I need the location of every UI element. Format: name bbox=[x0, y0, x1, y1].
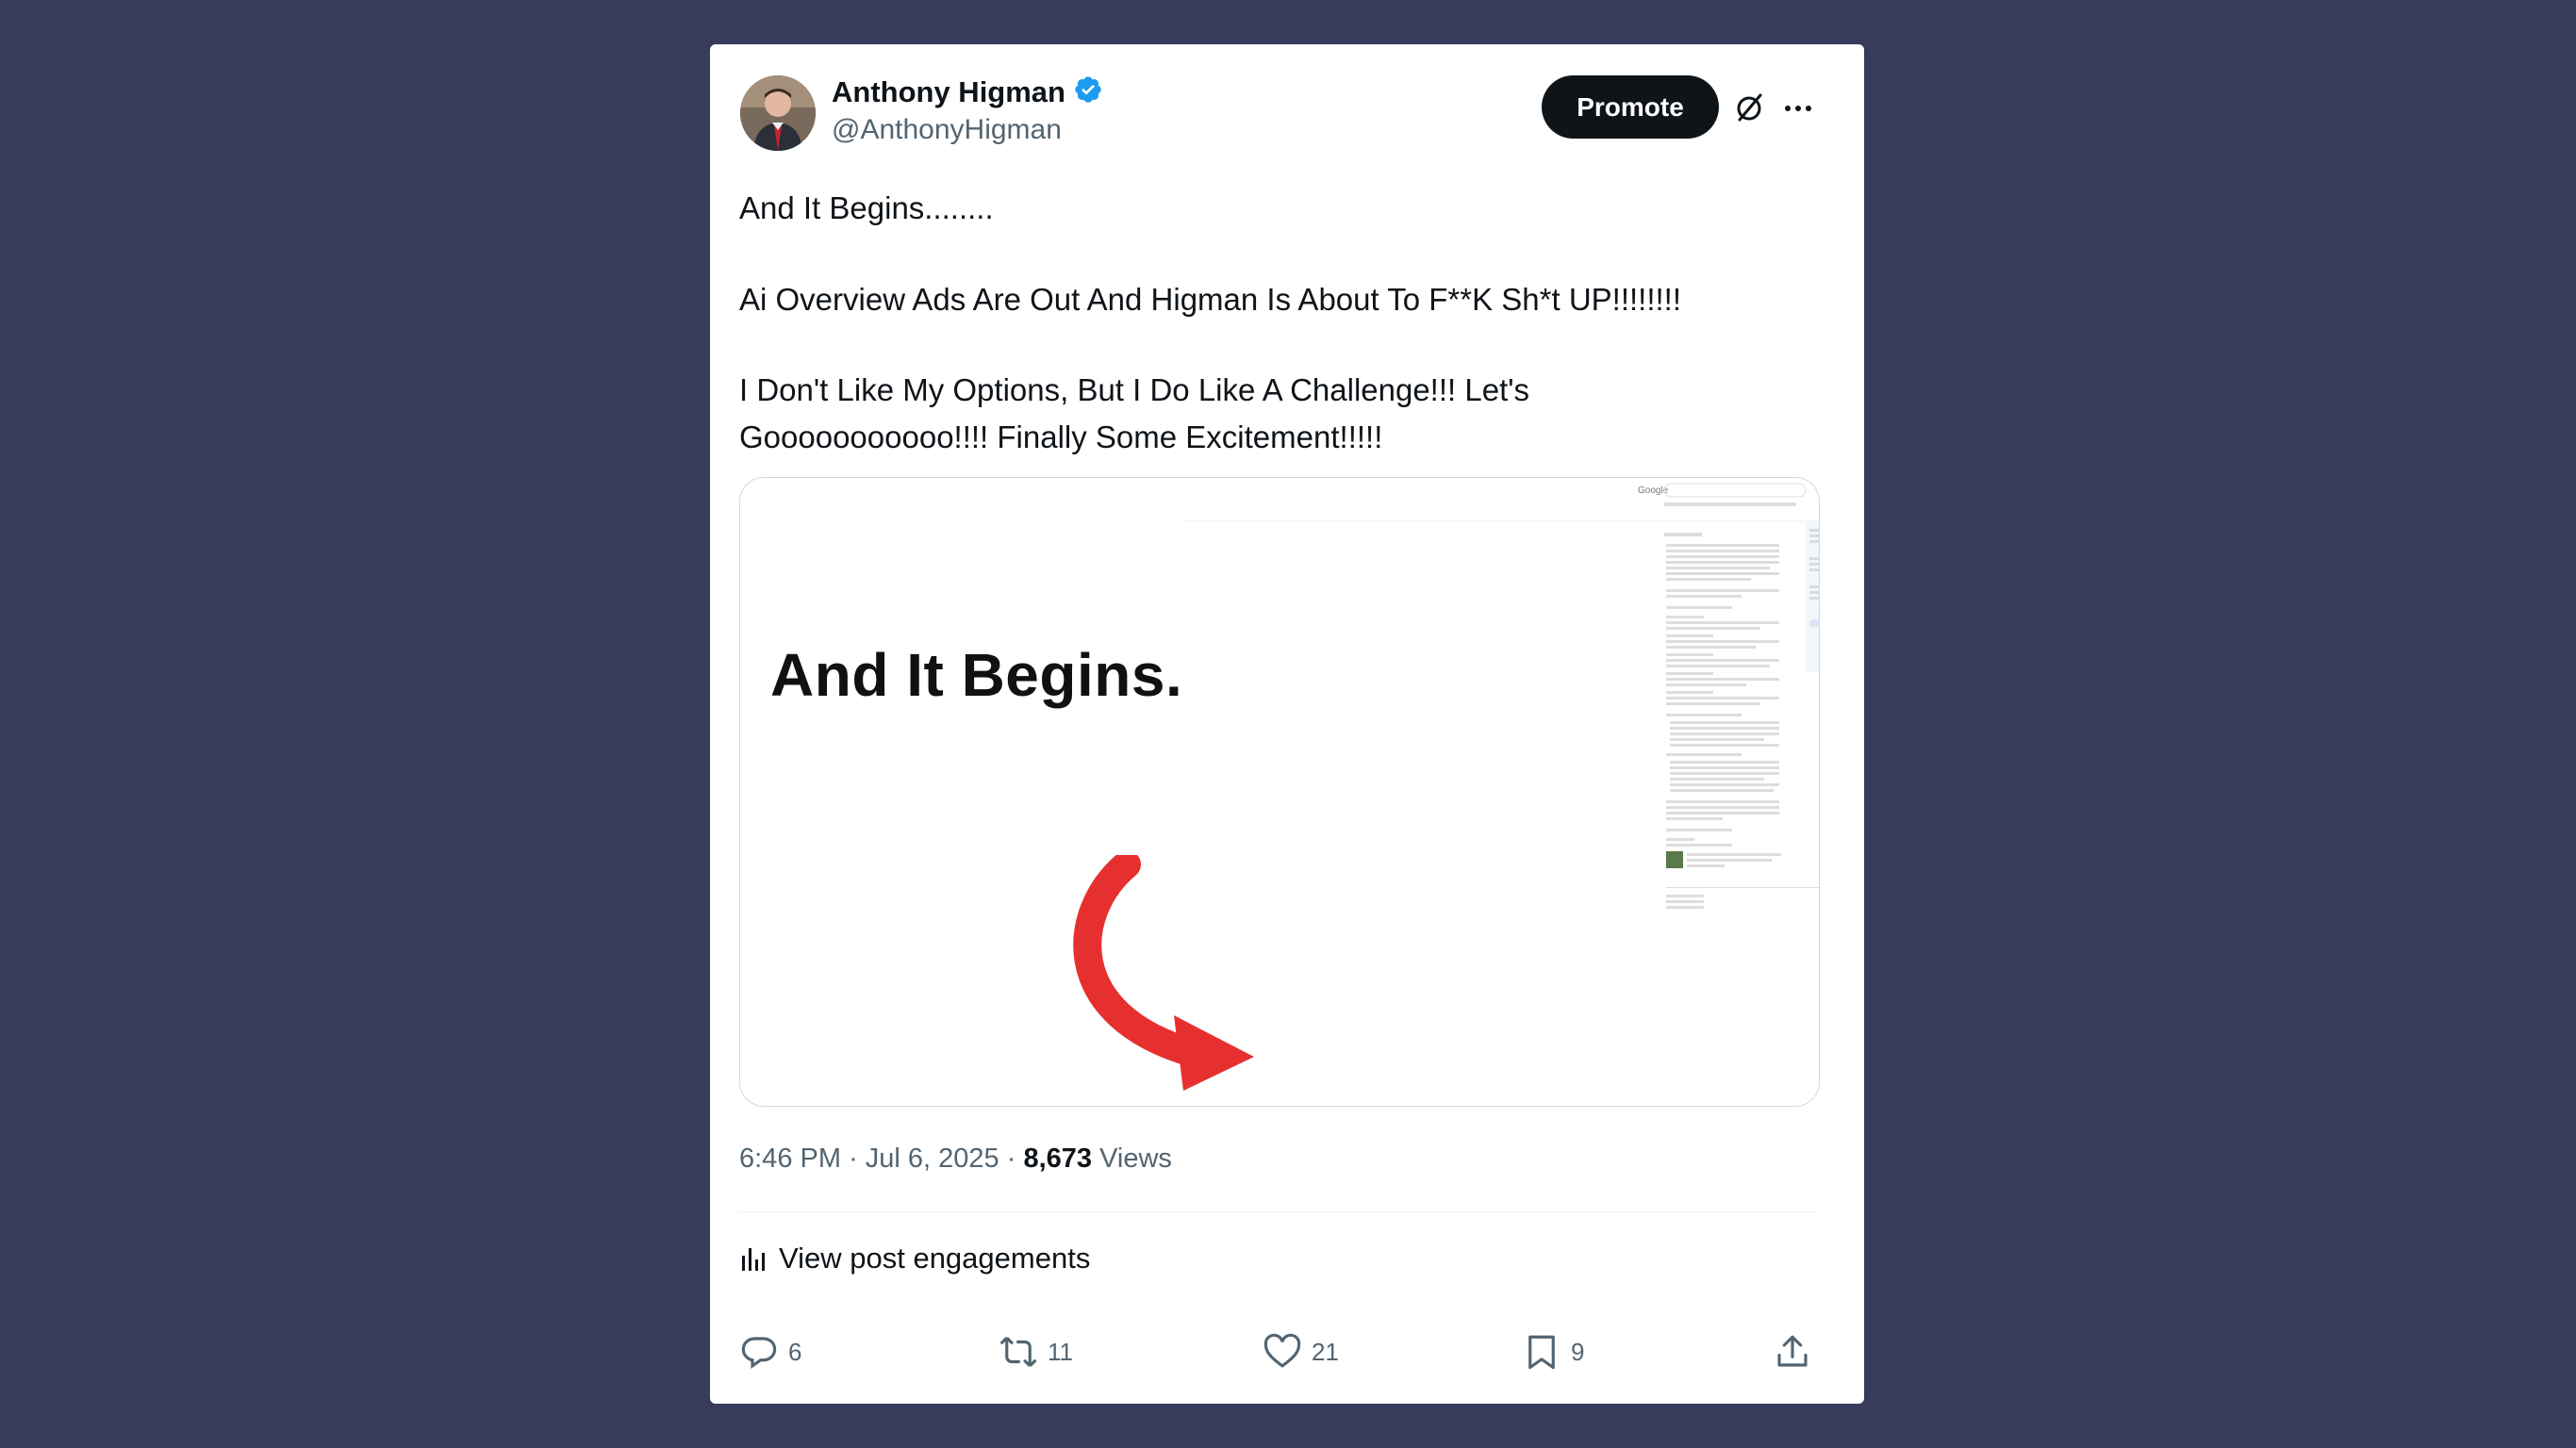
author-handle[interactable]: @AnthonyHigman bbox=[832, 114, 1062, 146]
bookmark-button[interactable]: 9 bbox=[1522, 1332, 1584, 1372]
promote-button[interactable]: Promote bbox=[1542, 75, 1719, 139]
like-button[interactable]: 21 bbox=[1263, 1332, 1339, 1372]
avatar[interactable] bbox=[740, 75, 816, 151]
analytics-icon bbox=[742, 1248, 765, 1271]
bookmark-icon bbox=[1528, 1335, 1555, 1370]
display-name[interactable]: Anthony Higman bbox=[832, 75, 1065, 109]
reply-button[interactable]: 6 bbox=[739, 1332, 801, 1372]
heart-icon bbox=[1263, 1333, 1301, 1368]
image-headline: And It Begins.... bbox=[770, 641, 1235, 709]
post-date[interactable]: Jul 6, 2025 bbox=[866, 1144, 999, 1174]
view-post-engagements-link[interactable]: View post engagements bbox=[739, 1242, 1090, 1275]
red-arrow-icon bbox=[1073, 855, 1254, 1091]
reply-icon bbox=[741, 1337, 777, 1369]
share-button[interactable] bbox=[1773, 1332, 1812, 1372]
author-name-row: Anthony Higman bbox=[832, 74, 1103, 109]
repost-count: 11 bbox=[1048, 1337, 1073, 1366]
post-metadata: 6:46 PM · Jul 6, 2025 · 8,673 Views bbox=[739, 1144, 1172, 1174]
bookmark-count: 9 bbox=[1571, 1337, 1585, 1366]
like-count: 21 bbox=[1312, 1337, 1339, 1366]
share-icon bbox=[1777, 1335, 1808, 1367]
action-bar: 6 11 21 9 bbox=[739, 1332, 1820, 1377]
repost-icon bbox=[999, 1337, 1037, 1367]
post-text-line-1: And It Begins........ bbox=[739, 190, 994, 225]
views-count: 8,673 bbox=[1023, 1144, 1093, 1174]
post-time[interactable]: 6:46 PM bbox=[739, 1144, 841, 1174]
post-image[interactable]: And It Begins.... Google bbox=[739, 477, 1820, 1107]
post-text-line-4: Gooooooooooo!!!! Finally Some Excitement… bbox=[739, 420, 1383, 454]
verified-badge-icon bbox=[1073, 74, 1103, 109]
view-post-engagements-label: View post engagements bbox=[779, 1242, 1091, 1275]
divider bbox=[739, 1211, 1820, 1212]
views-label: Views bbox=[1099, 1144, 1172, 1174]
reply-count: 6 bbox=[788, 1337, 802, 1366]
post-text-line-3: I Don't Like My Options, But I Do Like A… bbox=[739, 372, 1530, 407]
post-text-line-2: Ai Overview Ads Are Out And Higman Is Ab… bbox=[739, 282, 1682, 317]
post-card: Anthony Higman @AnthonyHigman Promote An… bbox=[710, 44, 1864, 1404]
search-results-screenshot: Google bbox=[1183, 478, 1819, 1106]
repost-button[interactable]: 11 bbox=[999, 1332, 1073, 1372]
